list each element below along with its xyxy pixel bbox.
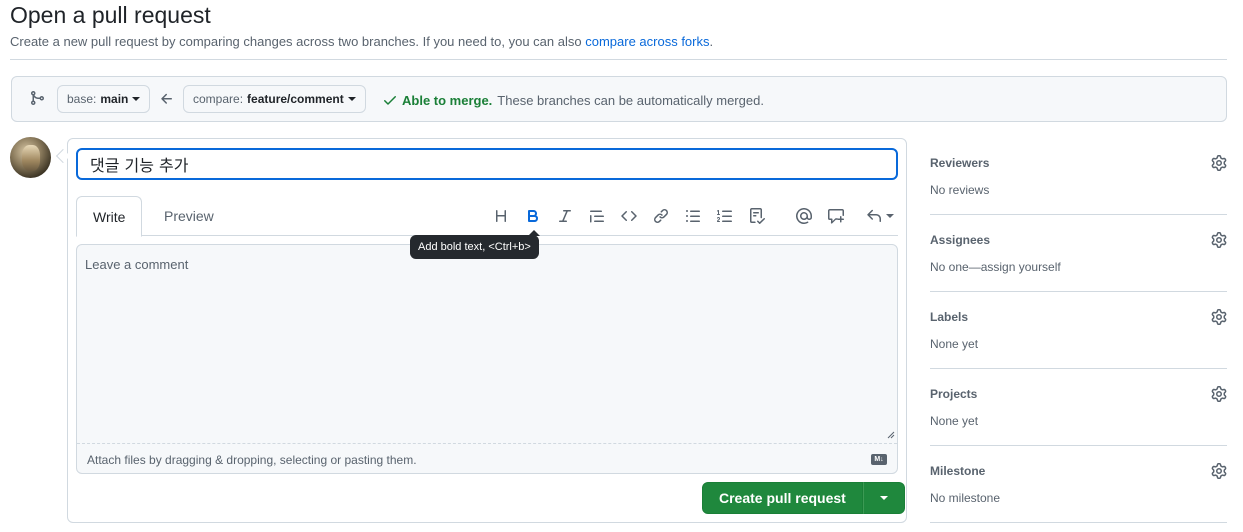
avatar-figure bbox=[22, 145, 40, 171]
ordered-list-icon[interactable] bbox=[716, 207, 734, 225]
sidebar-projects: Projects None yet bbox=[930, 369, 1227, 446]
merge-status-label: Able to merge. bbox=[402, 92, 493, 108]
title-input[interactable] bbox=[76, 148, 898, 180]
gear-icon[interactable] bbox=[1211, 232, 1227, 248]
chevron-down-icon bbox=[132, 97, 141, 101]
compare-prefix: compare: bbox=[193, 92, 244, 106]
quote-icon[interactable] bbox=[588, 207, 606, 225]
sidebar-value: No reviews bbox=[930, 183, 990, 197]
sidebar-reviewers: Reviewers No reviews bbox=[930, 138, 1227, 215]
chevron-down-icon bbox=[879, 496, 888, 500]
base-prefix: base: bbox=[67, 92, 97, 106]
attach-files-bar[interactable]: Attach files by dragging & dropping, sel… bbox=[77, 443, 897, 473]
page-title: Open a pull request bbox=[10, 2, 211, 28]
markdown-icon[interactable]: M↓ bbox=[871, 454, 887, 465]
create-pull-request-button[interactable]: Create pull request bbox=[702, 482, 863, 514]
reference-icon[interactable] bbox=[827, 207, 845, 225]
branch-range-bar: base: main compare: feature/comment Able t… bbox=[11, 76, 1227, 122]
chevron-down-icon bbox=[347, 97, 356, 101]
sidebar-value: None yet bbox=[930, 337, 979, 351]
sidebar-heading: Reviewers bbox=[930, 156, 990, 170]
code-icon[interactable] bbox=[620, 207, 638, 225]
sidebar-value[interactable]: No one—assign yourself bbox=[930, 260, 1061, 274]
compare-branch-name: feature/comment bbox=[247, 92, 344, 106]
sidebar-value: No milestone bbox=[930, 491, 1001, 505]
heading-icon[interactable] bbox=[492, 207, 510, 225]
merge-status: Able to merge. These branches can be aut… bbox=[382, 92, 764, 108]
bold-tooltip: Add bold text, <Ctrl+b> bbox=[410, 235, 539, 259]
editor-tabs: Write Preview bbox=[76, 196, 898, 237]
sidebar-heading: Labels bbox=[930, 310, 969, 324]
gear-icon[interactable] bbox=[1211, 463, 1227, 479]
comment-box: Attach files by dragging & dropping, sel… bbox=[76, 244, 898, 474]
base-branch-button[interactable]: base: main bbox=[57, 85, 151, 113]
sidebar-heading: Milestone bbox=[930, 464, 986, 478]
resize-handle-icon[interactable] bbox=[887, 431, 895, 439]
unordered-list-icon[interactable] bbox=[684, 207, 702, 225]
base-branch-name: main bbox=[100, 92, 129, 106]
merge-status-message: These branches can be automatically merg… bbox=[497, 92, 764, 108]
compare-branch-button[interactable]: compare: feature/comment bbox=[183, 85, 366, 113]
gear-icon[interactable] bbox=[1211, 155, 1227, 171]
compare-across-forks-link[interactable]: compare across forks bbox=[585, 34, 709, 49]
pr-sidebar: Reviewers No reviews Assignees No one—as… bbox=[930, 138, 1227, 523]
title-divider bbox=[10, 59, 1227, 60]
create-pr-button-group: Create pull request bbox=[702, 482, 905, 514]
bold-icon[interactable] bbox=[524, 207, 542, 225]
compare-arrows-icon bbox=[31, 91, 45, 105]
tab-preview[interactable]: Preview bbox=[148, 196, 230, 236]
sidebar-value: None yet bbox=[930, 414, 979, 428]
create-pr-dropdown-button[interactable] bbox=[862, 482, 905, 514]
sidebar-milestone: Milestone No milestone bbox=[930, 446, 1227, 523]
link-icon[interactable] bbox=[652, 207, 670, 225]
gear-icon[interactable] bbox=[1211, 309, 1227, 325]
reply-icon[interactable] bbox=[866, 207, 894, 225]
attach-files-text: Attach files by dragging & dropping, sel… bbox=[87, 452, 417, 467]
arrow-left-icon bbox=[161, 93, 172, 104]
pull-request-form: Write Preview bbox=[67, 138, 907, 523]
gear-icon[interactable] bbox=[1211, 386, 1227, 402]
comment-textarea[interactable] bbox=[77, 245, 897, 443]
avatar[interactable] bbox=[10, 137, 51, 178]
sidebar-labels: Labels None yet bbox=[930, 292, 1227, 369]
sidebar-heading: Assignees bbox=[930, 233, 991, 247]
check-icon bbox=[384, 96, 396, 105]
tab-write[interactable]: Write bbox=[76, 196, 143, 237]
subtitle-text: Create a new pull request by comparing c… bbox=[10, 34, 582, 49]
page-subtitle: Create a new pull request by comparing c… bbox=[10, 34, 713, 49]
chevron-down-icon bbox=[886, 214, 894, 218]
task-list-icon[interactable] bbox=[748, 207, 766, 225]
subtitle-end: . bbox=[709, 34, 714, 49]
mention-icon[interactable] bbox=[795, 207, 813, 225]
italic-icon[interactable] bbox=[556, 207, 574, 225]
sidebar-assignees: Assignees No one—assign yourself bbox=[930, 215, 1227, 292]
sidebar-heading: Projects bbox=[930, 387, 978, 401]
